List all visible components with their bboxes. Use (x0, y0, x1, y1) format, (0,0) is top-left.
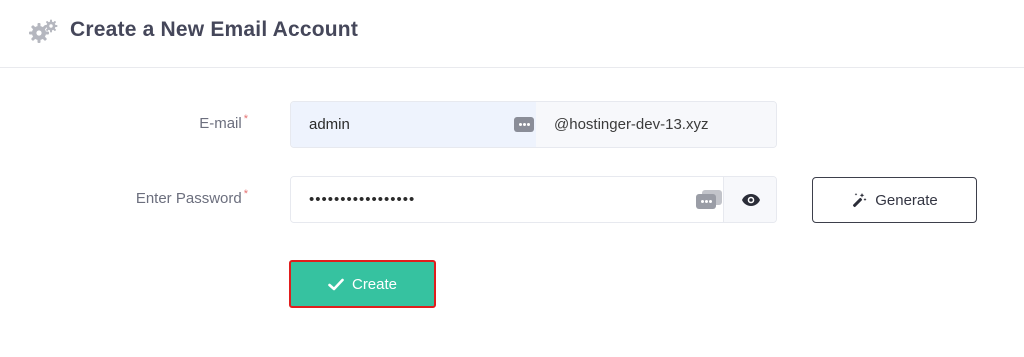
page-header: Create a New Email Account (0, 0, 1024, 68)
password-label: Enter Password * (135, 188, 248, 207)
show-password-button[interactable] (723, 177, 776, 222)
password-field-group (290, 176, 777, 223)
gears-icon (29, 19, 58, 43)
password-manager-icon[interactable] (696, 190, 722, 210)
required-mark: * (243, 113, 248, 125)
eye-icon (742, 193, 760, 206)
password-label-text: Enter Password (135, 190, 242, 207)
generate-button-label: Generate (875, 191, 938, 209)
password-input[interactable] (291, 177, 723, 222)
email-label: E-mail * (199, 113, 248, 132)
required-mark: * (243, 188, 248, 200)
email-field-group: @hostinger-dev-13.xyz (290, 101, 777, 148)
create-button-label: Create (351, 275, 398, 293)
email-domain: @hostinger-dev-13.xyz (536, 102, 776, 147)
magic-wand-icon (853, 193, 867, 208)
page-title: Create a New Email Account (70, 18, 359, 41)
generate-button[interactable]: Generate (812, 177, 977, 223)
checkmark-icon (328, 278, 344, 290)
password-manager-icon[interactable] (514, 117, 534, 132)
email-label-text: E-mail (199, 115, 242, 132)
email-username-input[interactable] (291, 102, 536, 147)
create-button[interactable]: Create (289, 260, 436, 308)
